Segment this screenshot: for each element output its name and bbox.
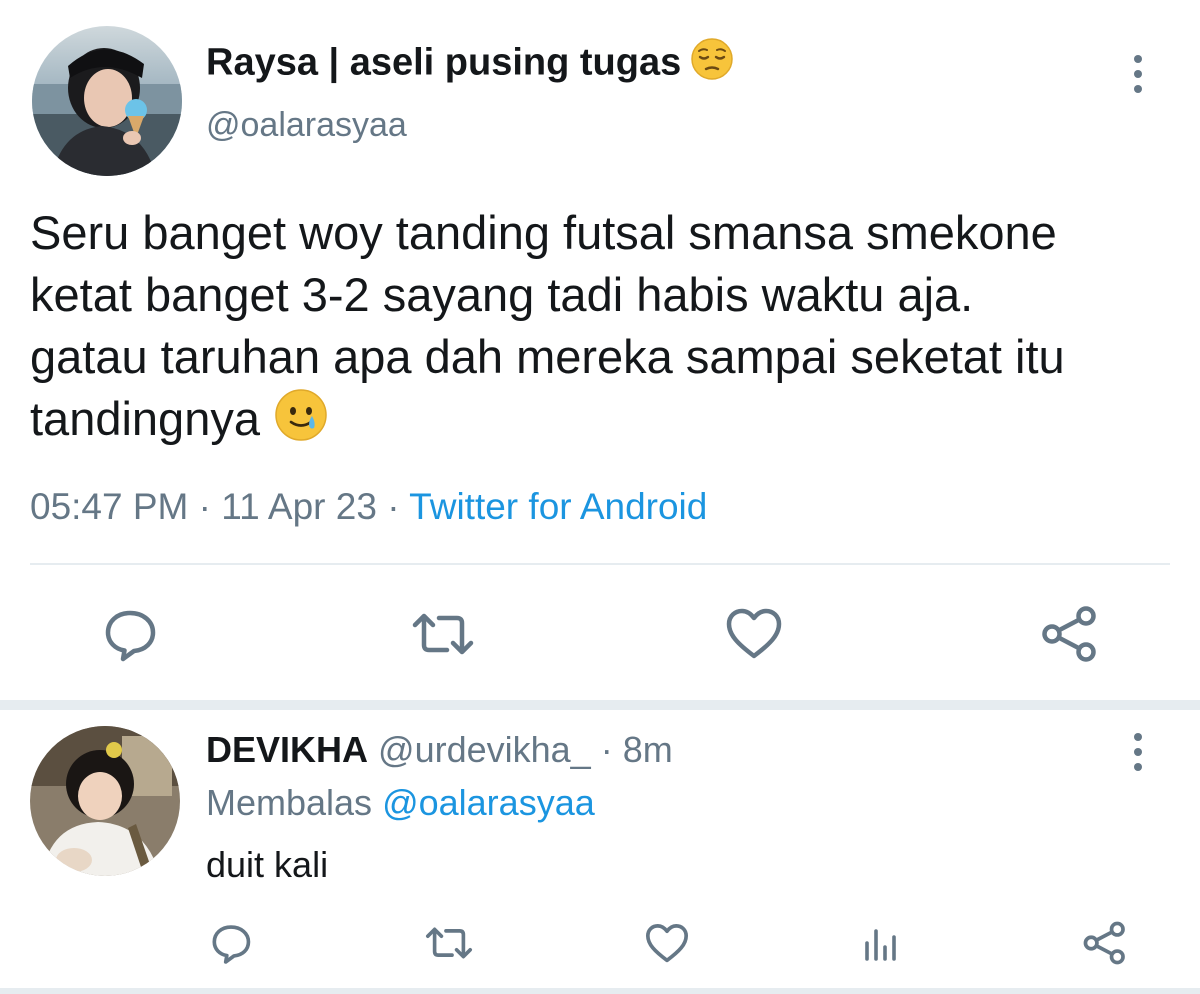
tweet-date: 11 Apr 23 — [221, 486, 377, 527]
reply-avatar[interactable] — [30, 726, 180, 876]
share-icon[interactable] — [1080, 918, 1130, 968]
reply-header: DEVIKHA @urdevikha_ · 8m — [206, 727, 673, 773]
reply-age: 8m — [622, 729, 673, 770]
tweet-text-line: tandingnya — [30, 388, 1190, 457]
tweet-text-line-text: tandingnya — [30, 392, 260, 445]
kebab-menu-icon[interactable] — [1126, 733, 1150, 771]
reply-display-name[interactable]: DEVIKHA — [206, 729, 368, 770]
smiling-face-with-tear-emoji — [274, 388, 328, 457]
pensive-face-emoji — [691, 38, 733, 91]
avatar[interactable] — [32, 26, 182, 176]
retweet-icon[interactable] — [422, 918, 476, 968]
tweet-time: 05:47 PM — [30, 486, 189, 527]
tweet-source-link[interactable]: Twitter for Android — [409, 486, 707, 527]
tweet-text-line: ketat banget 3-2 sayang tadi habis waktu… — [30, 268, 974, 321]
share-icon[interactable] — [1038, 602, 1102, 666]
tweet-text: Seru banget woy tanding futsal smansa sm… — [30, 202, 1190, 457]
heart-icon[interactable] — [722, 602, 786, 666]
reply-text: duit kali — [206, 844, 329, 885]
speech-bubble-icon[interactable] — [206, 918, 256, 968]
replying-to-prefix: Membalas — [206, 782, 373, 823]
reply-handle[interactable]: @urdevikha_ — [378, 729, 591, 770]
meta-separator: · — [600, 729, 613, 770]
section-separator — [0, 700, 1200, 710]
divider — [30, 563, 1170, 565]
display-name[interactable]: Raysa | aseli pusing tugas — [206, 38, 733, 91]
tweet-text-line: gatau taruhan apa dah mereka sampai seke… — [30, 330, 1065, 383]
analytics-icon[interactable] — [856, 918, 906, 968]
retweet-icon[interactable] — [408, 602, 478, 666]
tweet-meta: 05:47 PM · 11 Apr 23 · Twitter for Andro… — [30, 482, 707, 532]
meta-separator: · — [198, 486, 211, 527]
heart-icon[interactable] — [642, 918, 692, 968]
speech-bubble-icon[interactable] — [98, 602, 162, 666]
bottom-separator — [0, 988, 1200, 994]
replying-to-mention[interactable]: @oalarasyaa — [382, 782, 595, 823]
display-name-text: Raysa | aseli pusing tugas — [206, 41, 682, 84]
kebab-menu-icon[interactable] — [1126, 55, 1150, 93]
replying-to: Membalas @oalarasyaa — [206, 780, 595, 826]
tweet-text-line: Seru banget woy tanding futsal smansa sm… — [30, 206, 1057, 259]
main-tweet: Raysa | aseli pusing tugas @oalarasyaa S… — [0, 0, 1200, 700]
meta-separator: · — [387, 486, 400, 527]
user-handle[interactable]: @oalarasyaa — [206, 104, 407, 146]
